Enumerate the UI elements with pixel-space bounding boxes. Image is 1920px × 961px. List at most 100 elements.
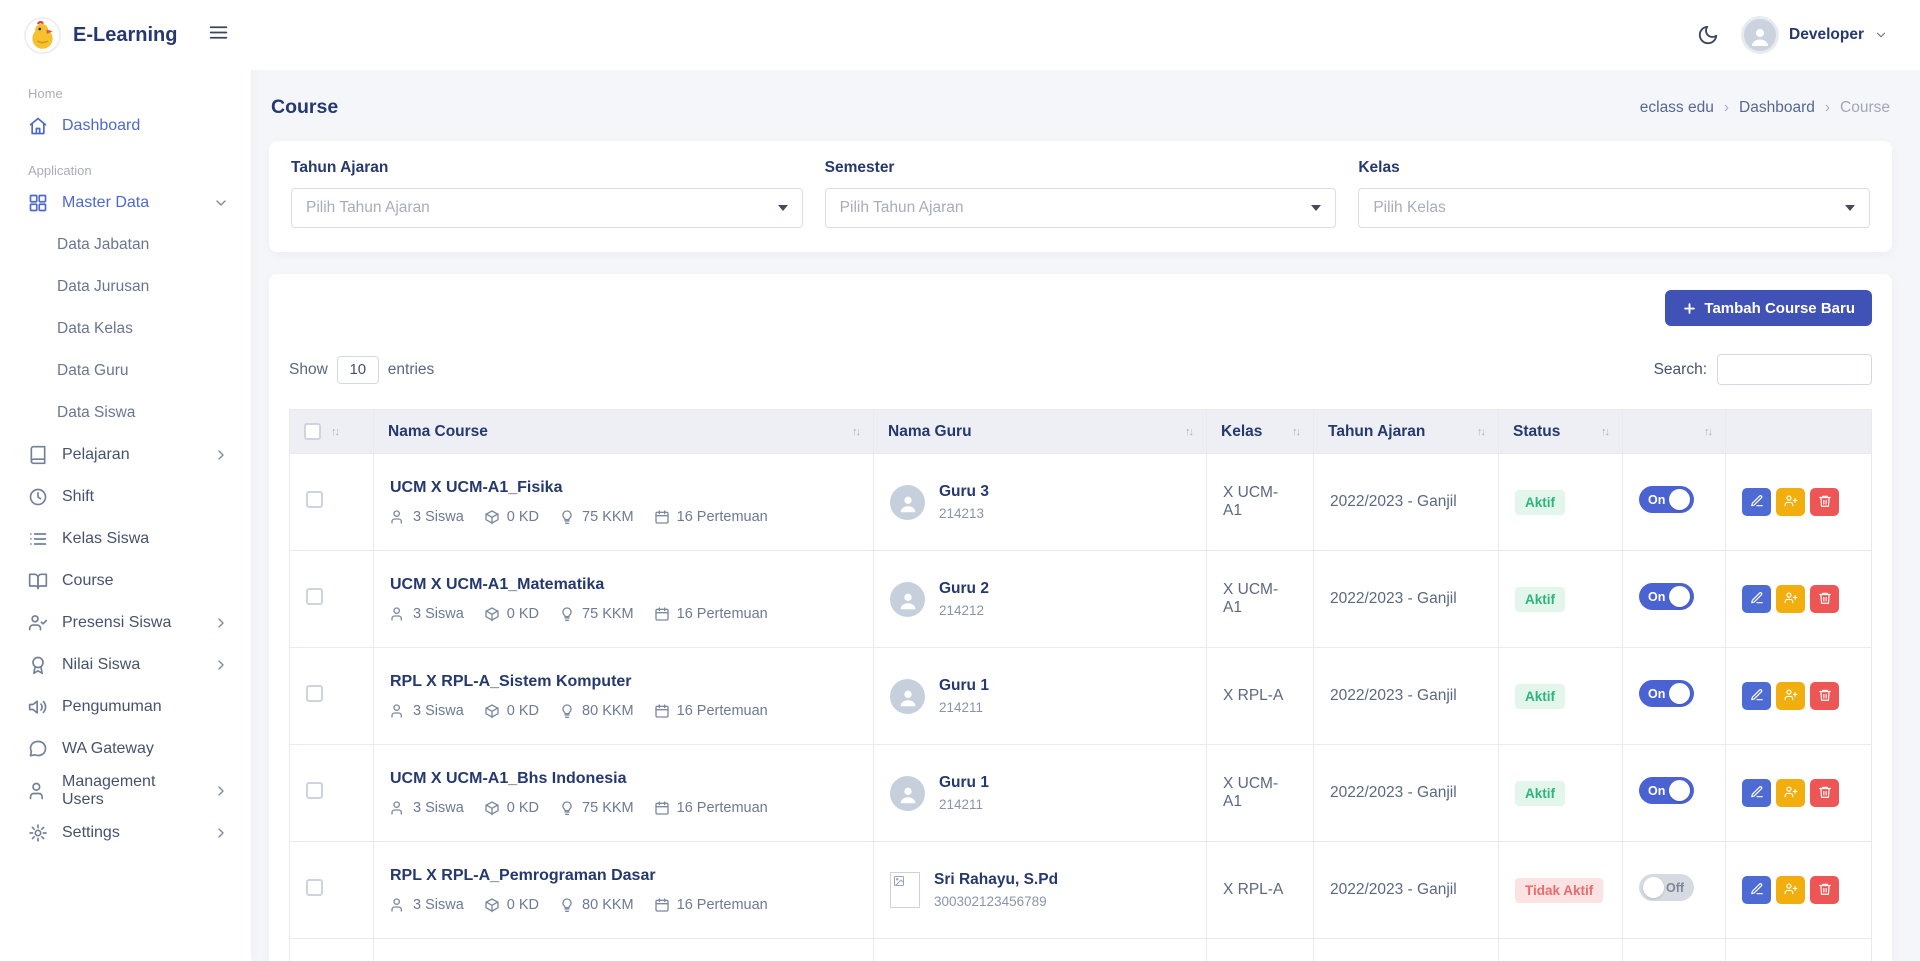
user-plus-icon: [1784, 591, 1798, 608]
sidebar-item-management-users[interactable]: Management Users: [0, 770, 251, 812]
select-kelas[interactable]: Pilih Kelas: [1358, 188, 1870, 228]
add-course-button[interactable]: Tambah Course Baru: [1665, 290, 1872, 326]
breadcrumb-item-dashboard[interactable]: Dashboard: [1739, 99, 1815, 117]
sidebar-subitem-data-guru[interactable]: Data Guru: [0, 350, 251, 392]
guru-avatar: [890, 679, 925, 714]
breadcrumb-item-eclass-edu[interactable]: eclass edu: [1640, 99, 1714, 117]
status-toggle[interactable]: On: [1639, 680, 1694, 707]
edit-button[interactable]: [1742, 585, 1771, 613]
sidebar-item-label: Shift: [62, 488, 94, 506]
course-pertemuan: 16 Pertemuan: [677, 606, 768, 622]
row-checkbox[interactable]: [306, 491, 323, 508]
assign-user-button[interactable]: [1776, 682, 1805, 710]
chevron-down-icon: [213, 195, 229, 211]
filter-label: Kelas: [1358, 159, 1870, 177]
sort-icon[interactable]: ↑↓: [1292, 426, 1299, 438]
delete-button[interactable]: [1810, 876, 1839, 904]
page-size-input[interactable]: [337, 356, 379, 384]
sidebar-item-settings[interactable]: Settings: [0, 812, 251, 854]
course-pertemuan: 16 Pertemuan: [677, 800, 768, 816]
toggle-knob: [1669, 683, 1690, 704]
sidebar-nav: HomeDashboardApplicationMaster DataData …: [0, 86, 251, 854]
students-icon: [390, 897, 406, 913]
show-label: Show: [289, 361, 328, 379]
table-header-row: ↑↓ Nama Course↑↓ Nama Guru↑↓ Kelas↑↓ Tah…: [290, 410, 1872, 454]
sidebar-item-course[interactable]: Course: [0, 560, 251, 602]
row-checkbox[interactable]: [306, 879, 323, 896]
guru-avatar: [890, 485, 925, 520]
delete-button[interactable]: [1810, 488, 1839, 516]
chevron-right-icon: [213, 825, 229, 841]
select-semester[interactable]: Pilih Tahun Ajaran: [825, 188, 1337, 228]
sidebar-subitem-data-jurusan[interactable]: Data Jurusan: [0, 266, 251, 308]
guru-name: Sri Rahayu, S.Pd: [934, 871, 1058, 889]
edit-button[interactable]: [1742, 876, 1771, 904]
edit-button[interactable]: [1742, 682, 1771, 710]
row-checkbox[interactable]: [306, 685, 323, 702]
assign-user-button[interactable]: [1776, 779, 1805, 807]
course-siswa: 3 Siswa: [413, 509, 464, 525]
edit-button[interactable]: [1742, 488, 1771, 516]
user-menu[interactable]: Developer: [1741, 16, 1888, 54]
status-toggle[interactable]: Off: [1639, 874, 1694, 901]
users-icon: [28, 781, 48, 801]
sidebar-item-label: Management Users: [62, 773, 199, 809]
dark-mode-moon-icon[interactable]: [1697, 24, 1719, 46]
sidebar-subitem-data-jabatan[interactable]: Data Jabatan: [0, 224, 251, 266]
status-toggle[interactable]: On: [1639, 486, 1694, 513]
sidebar-item-pengumuman[interactable]: Pengumuman: [0, 686, 251, 728]
sort-icon[interactable]: ↑↓: [331, 426, 338, 438]
assign-user-button[interactable]: [1776, 585, 1805, 613]
sort-icon[interactable]: ↑↓: [1477, 426, 1484, 438]
sidebar-item-presensi-siswa[interactable]: Presensi Siswa: [0, 602, 251, 644]
assign-user-button[interactable]: [1776, 876, 1805, 904]
sort-icon[interactable]: ↑↓: [1185, 426, 1192, 438]
row-checkbox[interactable]: [306, 588, 323, 605]
sidebar: E-Learning HomeDashboardApplicationMaste…: [0, 0, 251, 961]
sidebar-item-pelajaran[interactable]: Pelajaran: [0, 434, 251, 476]
select-tahun-ajaran[interactable]: Pilih Tahun Ajaran: [291, 188, 803, 228]
edit-button[interactable]: [1742, 779, 1771, 807]
kelas-cell: X RPL-A: [1207, 842, 1314, 939]
table-row: UCM X UCM-A1_Fisika 3 Siswa 0 KD 75 KKM …: [290, 454, 1872, 551]
sort-icon[interactable]: ↑↓: [1601, 426, 1608, 438]
page-title: Course: [271, 96, 338, 119]
sort-icon[interactable]: ↑↓: [1704, 426, 1711, 438]
delete-button[interactable]: [1810, 682, 1839, 710]
guru-id: 214211: [939, 797, 989, 812]
search-label: Search:: [1654, 361, 1707, 379]
sidebar-item-shift[interactable]: Shift: [0, 476, 251, 518]
sidebar-item-master-data[interactable]: Master Data: [0, 182, 251, 224]
status-toggle[interactable]: On: [1639, 583, 1694, 610]
trash-icon: [1818, 785, 1832, 802]
search-box: Search:: [1654, 354, 1872, 385]
course-kkm: 80 KKM: [582, 897, 634, 913]
assign-user-button[interactable]: [1776, 488, 1805, 516]
course-kkm: 75 KKM: [582, 509, 634, 525]
chevron-down-icon: [778, 205, 788, 211]
delete-button[interactable]: [1810, 779, 1839, 807]
sidebar-section-label: Application: [0, 163, 251, 178]
select-all-checkbox[interactable]: [304, 423, 321, 440]
search-input[interactable]: [1717, 354, 1872, 385]
user-avatar: [1741, 16, 1779, 54]
sidebar-item-kelas-siswa[interactable]: Kelas Siswa: [0, 518, 251, 560]
sidebar-item-dashboard[interactable]: Dashboard: [0, 105, 251, 147]
sidebar-item-nilai-siswa[interactable]: Nilai Siswa: [0, 644, 251, 686]
broken-image-icon: [890, 872, 920, 908]
sidebar-subitem-data-kelas[interactable]: Data Kelas: [0, 308, 251, 350]
kelas-cell: X RPL-A: [1207, 648, 1314, 745]
delete-button[interactable]: [1810, 585, 1839, 613]
status-badge: Tidak Aktif: [1515, 878, 1603, 903]
sidebar-item-wa-gateway[interactable]: WA Gateway: [0, 728, 251, 770]
guru-id: 214213: [939, 506, 989, 521]
header-tahun-ajaran: Tahun Ajaran: [1328, 423, 1425, 441]
book-open-icon: [28, 571, 48, 591]
plus-icon: [1682, 301, 1697, 316]
row-checkbox[interactable]: [306, 782, 323, 799]
sort-icon[interactable]: ↑↓: [852, 426, 859, 438]
hamburger-menu-icon[interactable]: [208, 22, 229, 48]
status-toggle[interactable]: On: [1639, 777, 1694, 804]
sidebar-subitem-data-siswa[interactable]: Data Siswa: [0, 392, 251, 434]
guru-name: Guru 3: [939, 483, 989, 501]
